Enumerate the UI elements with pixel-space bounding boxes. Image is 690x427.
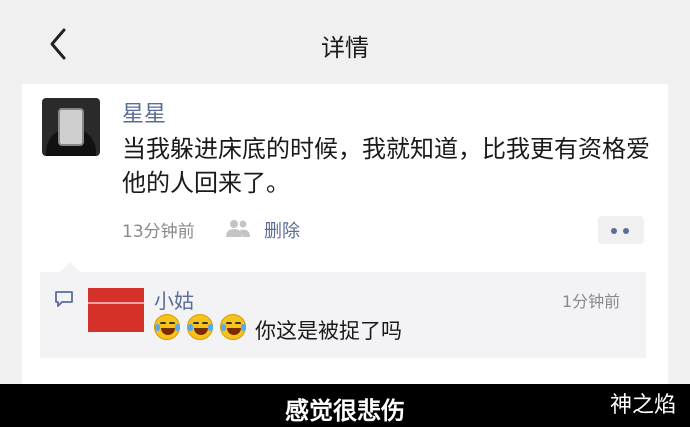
page-title: 详情 [321, 34, 369, 62]
watermark: 神之焰 [609, 393, 676, 418]
more-dots-icon [611, 228, 617, 234]
caption: 感觉很悲伤 [285, 397, 405, 425]
delete-link[interactable]: 删除 [264, 217, 300, 243]
laugh-cry-emoji-icon [187, 314, 213, 340]
emoji-group [154, 314, 253, 345]
people-icon [226, 220, 250, 237]
post-time: 13分钟前 [122, 222, 195, 242]
comment-text: 你这是被捉了吗 [154, 314, 402, 345]
laugh-cry-emoji-icon [220, 314, 246, 340]
more-dots-icon [623, 228, 629, 234]
comment-author[interactable]: 小姑 [154, 285, 194, 314]
comment-time: 1分钟前 [562, 292, 621, 311]
post-content: 当我躲进床底的时候，我就知道，比我更有资格爱他的人回来了。 [122, 135, 650, 197]
comment-icon [55, 291, 73, 307]
laugh-cry-emoji-icon [154, 314, 180, 340]
comment-avatar[interactable] [88, 288, 144, 332]
avatar-phone [58, 108, 84, 146]
avatar[interactable] [42, 98, 100, 156]
more-button[interactable] [598, 216, 644, 244]
post-author[interactable]: 星星 [122, 96, 166, 128]
avatar-stripe [88, 302, 144, 304]
comment-message: 你这是被捉了吗 [255, 318, 402, 343]
